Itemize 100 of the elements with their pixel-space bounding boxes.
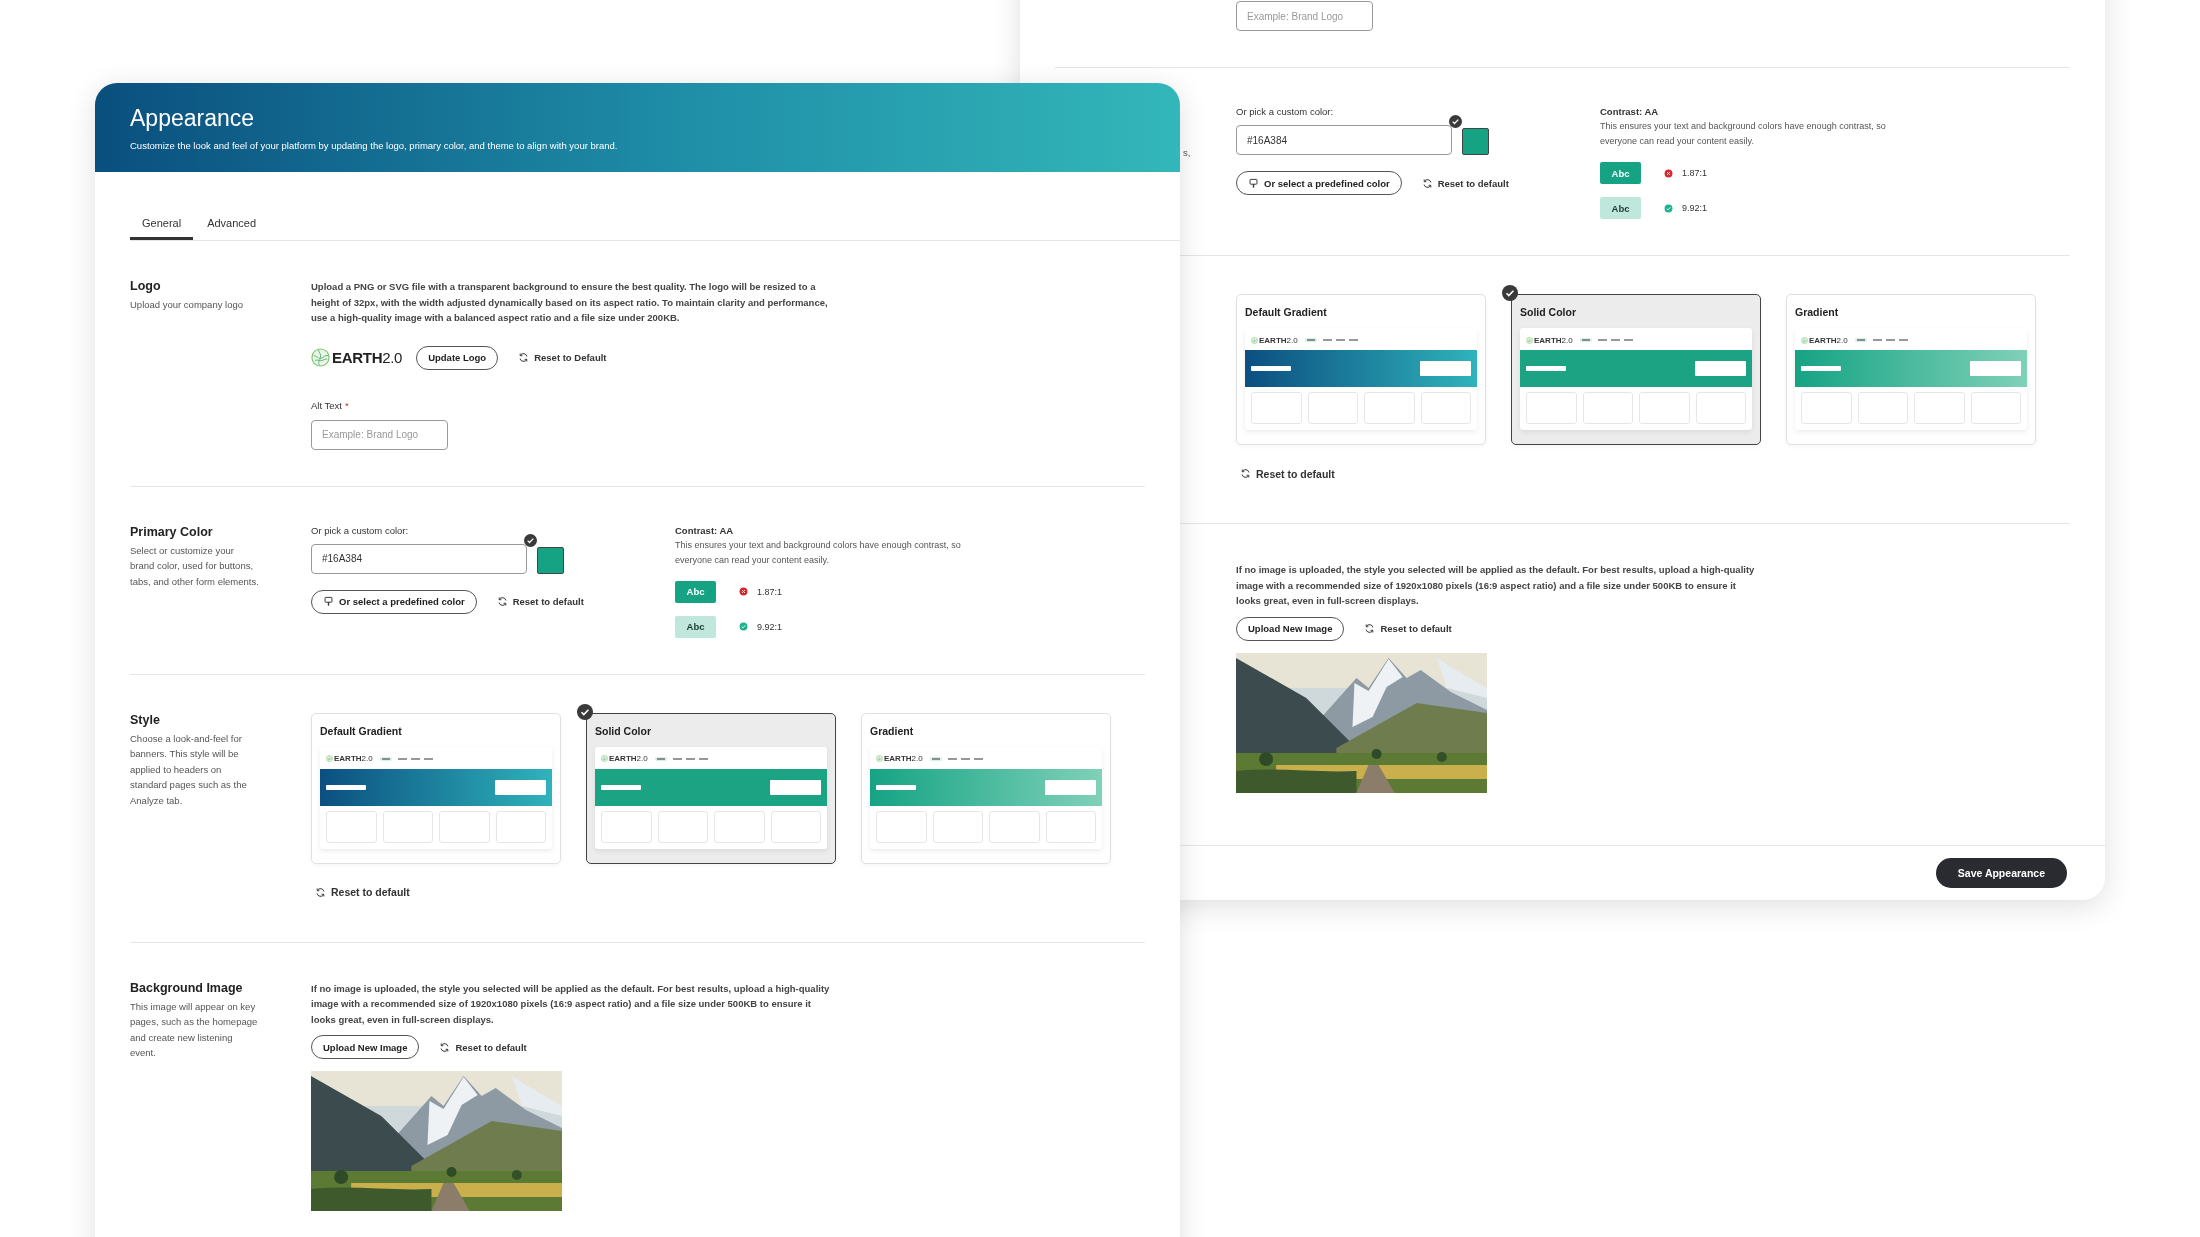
- tile-placeholder: [1970, 392, 2021, 424]
- tile-placeholder: [1695, 392, 1746, 424]
- tile-placeholder: [657, 810, 708, 843]
- update-logo-button[interactable]: Update Logo: [416, 345, 499, 370]
- tile-placeholder: [1801, 392, 1852, 424]
- tile-placeholder: [1364, 392, 1415, 424]
- section-title: Logo: [130, 279, 162, 293]
- logo-text: EARTH2.0: [609, 754, 648, 763]
- instructions-text: If no image is uploaded, the style you selected will be applied as the default. For best results, upload a high-quality image with a recommended size of 1920x1080 pixels (16:9 aspect ratio) and a file size under 500KB to ensure it looks great, even in full-screen displays.: [1236, 563, 1756, 608]
- section-description: This image will appear on key pages, such as the homepage and create new listening event.: [130, 999, 259, 1060]
- style-option-card[interactable]: Gradient EARTH2.0: [1786, 294, 2036, 445]
- tile-placeholder: [326, 810, 377, 843]
- page-subtitle: Customize the look and feel of your platform by updating the logo, primary color, and theme to align with your brand.: [130, 139, 619, 151]
- text-sample: Abc: [1600, 162, 1641, 184]
- save-button[interactable]: Save Appearance: [1935, 858, 2067, 888]
- globe-logo-icon: [601, 755, 608, 762]
- color-input-field[interactable]: #16A384: [1236, 125, 1452, 155]
- brush-icon: [323, 596, 334, 607]
- required-mark: *: [345, 399, 349, 411]
- style-option-card[interactable]: Solid Color EARTH2.0: [586, 712, 836, 864]
- tile-placeholder: [876, 810, 927, 843]
- tile-placeholder: [601, 810, 652, 843]
- contrast-ratio: 9.92:1: [1682, 203, 1708, 213]
- check-badge-icon: [1502, 285, 1518, 301]
- tab[interactable]: General: [130, 217, 194, 240]
- reset-button[interactable]: Reset to default: [1421, 177, 1509, 189]
- reset-button[interactable]: Reset to default: [496, 596, 584, 607]
- page-title: Appearance: [130, 104, 256, 132]
- style-option-card[interactable]: Default Gradient EARTH2.0: [311, 712, 561, 864]
- logo-text: EARTH2.0: [884, 754, 923, 763]
- section-description: s,: [1183, 147, 1191, 158]
- section-description: Choose a look-and-feel for banners. This style will be applied to headers on standard pages such as the Analyze tab.: [130, 731, 248, 808]
- tile-placeholder: [439, 810, 490, 843]
- logo-text: EARTH2.0: [1259, 335, 1298, 345]
- reset-button[interactable]: Reset to default: [439, 1041, 527, 1053]
- predefined-color-button[interactable]: Or select a predefined color: [1236, 171, 1402, 195]
- text-sample: Abc: [675, 615, 716, 638]
- contrast-title: Contrast: AA: [675, 524, 735, 536]
- tile-placeholder: [932, 810, 983, 843]
- section-description: Select or customize your brand color, used for buttons, tabs, and other form elements.: [130, 543, 260, 589]
- section-description: Upload your company logo: [130, 298, 244, 312]
- upload-image-button[interactable]: Upload New Image: [311, 1035, 420, 1059]
- reset-button[interactable]: Reset to default: [1240, 467, 1335, 480]
- reset-button[interactable]: Reset to default: [315, 886, 410, 898]
- input-field[interactable]: Example: Brand Logo: [311, 419, 448, 450]
- refresh-icon: [1364, 623, 1376, 634]
- tile-placeholder: [1582, 392, 1633, 424]
- reset-button[interactable]: Reset to default: [1364, 623, 1452, 634]
- globe-logo-icon: [1526, 336, 1533, 344]
- refresh-icon: [1421, 177, 1433, 189]
- globe-logo-icon: [311, 348, 330, 367]
- tile-placeholder: [1420, 392, 1471, 424]
- logo-text: EARTH2.0: [1534, 335, 1573, 345]
- tile-placeholder: [1251, 392, 1302, 424]
- tab[interactable]: Advanced: [195, 217, 269, 240]
- refresh-icon: [315, 886, 326, 898]
- refresh-icon: [496, 596, 508, 607]
- tile-placeholder: [714, 810, 765, 843]
- brush-icon: [1248, 177, 1259, 189]
- contrast-ratio: 1.87:1: [1682, 168, 1708, 178]
- tile-placeholder: [382, 810, 433, 843]
- tile-placeholder: [1857, 392, 1908, 424]
- color-swatch[interactable]: [537, 546, 564, 574]
- field-label: Or pick a custom color:: [311, 524, 410, 536]
- field-label: Alt Text: [311, 399, 342, 411]
- tile-placeholder: [495, 810, 546, 843]
- section-title: Style: [130, 712, 161, 727]
- predefined-color-button[interactable]: Or select a predefined color: [311, 589, 477, 614]
- contrast-ratio: 1.87:1: [757, 586, 783, 597]
- text-sample: Abc: [675, 580, 716, 603]
- tile-placeholder: [1045, 810, 1096, 843]
- style-option-card[interactable]: Gradient EARTH2.0: [861, 712, 1111, 864]
- style-option-card[interactable]: Default Gradient EARTH2.0: [1236, 294, 1486, 445]
- instructions-text: Upload a PNG or SVG file with a transparent background to ensure the best quality. The logo will be resized to a height of 32px, with the width adjusted dynamically based on its aspect ratio. To maintain clarity and performance, use a high-quality image with a balanced aspect ratio and a file size under 200KB.: [311, 280, 829, 325]
- refresh-icon: [439, 1041, 451, 1053]
- upload-image-button[interactable]: Upload New Image: [1236, 616, 1345, 641]
- tile-placeholder: [1526, 392, 1577, 424]
- contrast-description: This ensures your text and background colors have enough contrast, so everyone can read your content easily.: [1600, 120, 1887, 148]
- text-sample: Abc: [1600, 197, 1641, 219]
- input-field[interactable]: Example: Brand Logo: [1236, 1, 1373, 31]
- color-input-field[interactable]: #16A384: [311, 543, 527, 574]
- tile-placeholder: [1639, 392, 1690, 424]
- logo-text: EARTH2.0: [1809, 335, 1848, 345]
- section-title: Background Image: [130, 980, 244, 995]
- contrast-title: Contrast: AA: [1600, 106, 1660, 117]
- style-option-card[interactable]: Solid Color EARTH2.0: [1511, 294, 1761, 445]
- tile-placeholder: [1307, 392, 1358, 424]
- globe-logo-icon: [326, 755, 333, 762]
- reset-button[interactable]: Reset to Default: [518, 352, 607, 363]
- contrast-description: This ensures your text and background colors have enough contrast, so everyone can read your content easily.: [675, 538, 962, 567]
- logo-text: EARTH2.0: [332, 349, 403, 366]
- tile-placeholder: [1914, 392, 1965, 424]
- tile-placeholder: [770, 810, 821, 843]
- globe-logo-icon: [876, 755, 883, 762]
- tile-placeholder: [989, 810, 1040, 843]
- refresh-icon: [1240, 468, 1251, 479]
- refresh-icon: [518, 352, 530, 363]
- color-swatch[interactable]: [1462, 128, 1489, 155]
- check-badge-icon: [577, 703, 593, 720]
- contrast-ratio: 9.92:1: [757, 621, 783, 632]
